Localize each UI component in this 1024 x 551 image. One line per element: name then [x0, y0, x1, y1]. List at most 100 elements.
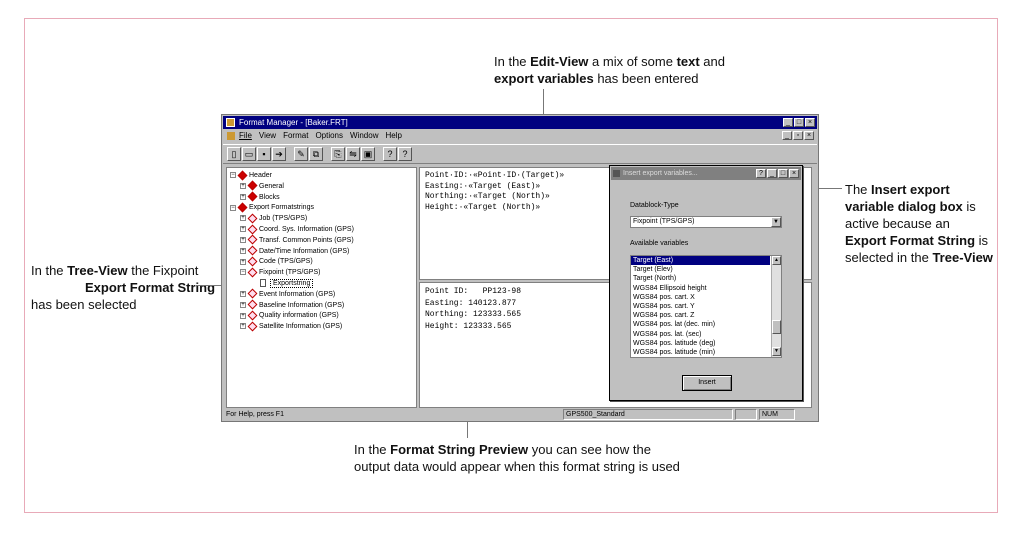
tree-node[interactable]: + Job (TPS/GPS)	[227, 213, 416, 225]
doc-restore-icon[interactable]: ▫	[793, 131, 803, 140]
tree-node[interactable]: − Export Formatstrings	[227, 202, 416, 214]
dialog-maximize-icon[interactable]: □	[778, 169, 788, 178]
dialog-close-icon[interactable]: ×	[789, 169, 799, 178]
dropdown-arrow-icon[interactable]: ▼	[771, 217, 781, 227]
variable-list-item[interactable]: WGS84 Ellipsoid height	[631, 284, 770, 293]
variable-list-item[interactable]: WGS84 pos. lat. (sec)	[631, 330, 770, 339]
annotation-dialog: The Insert export variable dialog box is…	[845, 182, 993, 265]
tree-node[interactable]: + Transf. Common Points (GPS)	[227, 234, 416, 247]
tree-node-label: Satellite Information (GPS)	[259, 323, 343, 331]
expand-icon[interactable]: +	[240, 182, 246, 189]
copy-icon[interactable]: ⎘	[331, 147, 345, 161]
title-bar: Format Manager - [Baker.FRT] _ □ ×	[223, 116, 817, 129]
format-icon[interactable]: ✎	[294, 147, 308, 161]
variable-list-item[interactable]: WGS84 pos. cart. X	[631, 293, 770, 302]
close-icon[interactable]: ×	[805, 118, 815, 127]
variable-list-item[interactable]: WGS84 pos. cart. Y	[631, 302, 770, 311]
tree-node-label: Baseline Information (GPS)	[259, 301, 345, 309]
expand-icon[interactable]: +	[240, 215, 246, 222]
expand-icon[interactable]: +	[240, 258, 246, 265]
collapse-icon[interactable]: −	[230, 204, 236, 211]
properties-icon[interactable]: ▣	[361, 147, 375, 161]
status-bar: For Help, press F1 GPS500_Standard NUM	[223, 408, 817, 421]
open-icon[interactable]: ▭	[242, 147, 256, 161]
expand-icon[interactable]: +	[240, 290, 246, 297]
format-diamond-icon	[247, 299, 258, 310]
format-diamond-icon	[247, 321, 258, 332]
tree-node-label: General	[259, 182, 284, 190]
variable-list-item[interactable]: WGS84 pos. latitude (deg)	[631, 339, 770, 348]
tree-node-label: Quality information (GPS)	[259, 312, 339, 320]
expand-icon[interactable]: +	[240, 312, 246, 319]
menu-format[interactable]: Format	[283, 130, 308, 142]
tree-node[interactable]: + Quality information (GPS)	[227, 310, 416, 322]
window-title: Format Manager - [Baker.FRT]	[239, 118, 348, 127]
tree-node[interactable]: + Date/Time Information (GPS)	[227, 245, 416, 258]
tree-node-label: Date/Time Information (GPS)	[259, 247, 350, 255]
folder-diamond-icon	[237, 170, 248, 181]
new-icon[interactable]: ▯	[227, 147, 241, 161]
menu-file[interactable]: File	[239, 130, 252, 142]
available-variables-list[interactable]: Target (East) Target (Elev) Target (North)…	[630, 255, 782, 358]
minimize-icon[interactable]: _	[783, 118, 793, 127]
scroll-down-icon[interactable]: ▼	[772, 347, 781, 356]
menu-view[interactable]: View	[259, 130, 276, 142]
tree-view: − Header + General + Blocks − Export Formatstri…	[226, 167, 417, 408]
menu-window[interactable]: Window	[350, 130, 378, 142]
menu-help[interactable]: Help	[385, 130, 401, 142]
dialog-minimize-icon[interactable]: _	[767, 169, 777, 178]
tree-node[interactable]: + Satellite Information (GPS)	[227, 321, 416, 333]
tree-node[interactable]: − Fixpoint (TPS/GPS)	[227, 267, 416, 279]
variable-list-item[interactable]: Target (East)	[631, 256, 770, 266]
export-icon[interactable]: ➔	[272, 147, 286, 161]
dialog-help-icon[interactable]: ?	[756, 169, 766, 178]
doc-minimize-icon[interactable]: _	[782, 131, 792, 140]
datablock-type-select[interactable]: Fixpoint (TPS/GPS) ▼	[630, 216, 782, 228]
folder-diamond-icon	[237, 202, 248, 213]
maximize-icon[interactable]: □	[794, 118, 804, 127]
tree-node[interactable]: + General	[227, 181, 416, 193]
tree-node[interactable]: + Code (TPS/GPS)	[227, 256, 416, 268]
format-diamond-icon	[247, 245, 258, 256]
folder-diamond-icon	[247, 191, 258, 202]
tree-node-label: Code (TPS/GPS)	[259, 258, 313, 266]
variable-list-item[interactable]: WGS84 pos. latitude (min)	[631, 348, 770, 357]
tree-node[interactable]: + Coord. Sys. Information (GPS)	[227, 224, 416, 236]
expand-icon[interactable]: +	[240, 226, 246, 233]
help-icon[interactable]: ?	[383, 147, 397, 161]
collapse-icon[interactable]: −	[240, 269, 246, 276]
expand-icon[interactable]: +	[240, 301, 246, 308]
annotation-tree-view: In the Tree-View the Fixpoint Export For…	[31, 263, 216, 312]
insert-export-variables-dialog: Insert export variables... ? _ □ × Datab…	[609, 165, 803, 401]
expand-icon[interactable]: +	[240, 247, 246, 254]
tree-node[interactable]: − Header	[227, 170, 416, 182]
variable-list-item[interactable]: Target (Elev)	[631, 265, 770, 274]
tree-node[interactable]: + Event Information (GPS)	[227, 288, 416, 301]
scroll-thumb[interactable]	[772, 320, 781, 334]
expand-icon[interactable]: +	[240, 236, 246, 243]
menu-options[interactable]: Options	[315, 130, 343, 142]
dialog-icon	[613, 170, 620, 177]
menu-bar: File View Format Options Window Help _ ▫…	[223, 130, 817, 142]
variable-list-item[interactable]: WGS84 pos. lat (dec. min)	[631, 320, 770, 329]
paste-icon[interactable]: ⇋	[346, 147, 360, 161]
collapse-icon[interactable]: −	[230, 172, 236, 179]
save-icon[interactable]: ▪	[257, 147, 271, 161]
annotation-edit-view: In the Edit-View a mix of some text and …	[494, 54, 725, 86]
tree-node[interactable]: + Baseline Information (GPS)	[227, 299, 416, 312]
doc-close-icon[interactable]: ×	[804, 131, 814, 140]
tree-node[interactable]: Exportstring	[227, 278, 416, 290]
expand-icon[interactable]: +	[240, 323, 246, 330]
block-icon[interactable]: ⧉	[309, 147, 323, 161]
list-scrollbar[interactable]: ▲ ▼	[771, 256, 781, 357]
variable-list-item[interactable]: WGS84 pos. cart. Z	[631, 311, 770, 320]
variable-list-item[interactable]: Target (North)	[631, 274, 770, 283]
tree-node[interactable]: + Blocks	[227, 191, 416, 204]
document-icon[interactable]	[227, 132, 235, 140]
scroll-up-icon[interactable]: ▲	[772, 256, 781, 265]
expand-icon[interactable]: +	[240, 193, 246, 200]
status-blank	[735, 409, 757, 420]
context-help-icon[interactable]: ?	[398, 147, 412, 161]
status-num: NUM	[759, 409, 795, 420]
insert-button[interactable]: Insert	[682, 375, 732, 391]
